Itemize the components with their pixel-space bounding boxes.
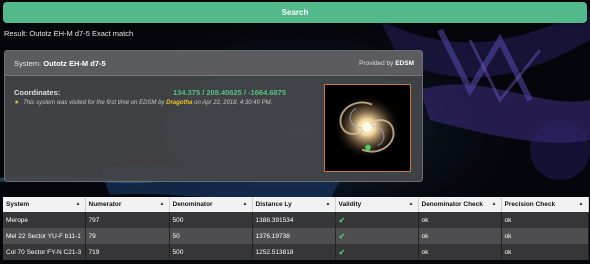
system-name: Outotz EH-M d7-5	[43, 59, 106, 68]
sort-icon[interactable]: ▲	[76, 201, 81, 207]
system-prefix: System:	[14, 59, 42, 68]
sort-icon[interactable]: ▲	[243, 201, 248, 207]
cell-precision-check: ok	[501, 228, 589, 244]
search-button[interactable]: Search	[3, 2, 587, 23]
table-row[interactable]: Col 70 Sector FY-N C21-3 719 500 1252.51…	[3, 244, 589, 260]
star-icon: ★	[14, 100, 20, 106]
column-header-validity[interactable]: Validity ▲	[335, 197, 419, 212]
sort-icon[interactable]: ▲	[492, 201, 497, 207]
cell-numerator: 797	[85, 212, 170, 228]
cell-precision-check: ok	[501, 244, 589, 260]
cell-distance: 1376.19738	[252, 228, 336, 244]
distance-table: System ▲ Numerator ▲ Denominator ▲ Distance…	[3, 197, 589, 260]
cell-numerator: 79	[85, 228, 170, 244]
cell-system: Mel 22 Sector YU-F b11-1	[3, 228, 86, 244]
table-row[interactable]: Mel 22 Sector YU-F b11-1 79 50 1376.1973…	[3, 228, 589, 244]
cell-distance: 1252.513818	[252, 244, 336, 260]
system-title: System: Outotz EH-M d7-5	[14, 59, 106, 68]
sort-icon[interactable]: ▲	[160, 201, 165, 207]
column-header-denominator-check[interactable]: Denominator Check ▲	[418, 197, 502, 212]
system-panel-header: System: Outotz EH-M d7-5 Provided by EDS…	[5, 51, 422, 76]
column-header-system[interactable]: System ▲	[3, 197, 86, 212]
cell-denominator-check: ok	[418, 212, 502, 228]
sort-icon[interactable]: ▲	[326, 201, 331, 207]
provider-name[interactable]: EDSM	[395, 60, 414, 67]
table-header-row: System ▲ Numerator ▲ Denominator ▲ Distance…	[3, 197, 589, 212]
galaxy-thumbnail	[324, 84, 411, 172]
sort-icon[interactable]: ▲	[409, 201, 414, 207]
check-icon: ✔	[338, 247, 346, 257]
visitor-name[interactable]: Dragotha	[166, 100, 192, 106]
sort-icon[interactable]: ▲	[579, 201, 584, 207]
column-header-precision-check[interactable]: Precision Check ▲	[501, 197, 589, 212]
cell-denominator: 500	[169, 244, 253, 260]
cell-denominator-check: ok	[418, 228, 502, 244]
column-header-numerator[interactable]: Numerator ▲	[85, 197, 170, 212]
visit-date: on Apr 22, 2018, 4:30:40 PM.	[194, 100, 273, 106]
column-header-denominator[interactable]: Denominator ▲	[169, 197, 253, 212]
table-row[interactable]: Merope 797 500 1388.391534 ✔ ok ok	[3, 212, 589, 228]
check-icon: ✔	[338, 231, 346, 241]
result-text: Result: Outotz EH-M d7-5 Exact match	[4, 29, 134, 38]
column-header-distance[interactable]: Distance Ly ▲	[252, 197, 336, 212]
cell-system: Merope	[3, 212, 86, 228]
check-icon: ✔	[338, 215, 346, 225]
coordinates-value: 134.375 / 208.40625 / -1664.6875	[173, 88, 287, 97]
cell-distance: 1388.391534	[252, 212, 336, 228]
first-visit-note: ★ This system was visited for the first …	[14, 99, 272, 106]
cell-denominator: 50	[169, 228, 253, 244]
provider-credit: Provided by EDSM	[359, 60, 414, 67]
visit-text: This system was visited for the first ti…	[23, 100, 165, 106]
coordinates-label: Coordinates:	[14, 88, 61, 97]
cell-denominator: 500	[169, 212, 253, 228]
cell-system: Col 70 Sector FY-N C21-3	[3, 244, 86, 260]
cell-denominator-check: ok	[418, 244, 502, 260]
system-panel: System: Outotz EH-M d7-5 Provided by EDS…	[4, 50, 423, 182]
cell-precision-check: ok	[501, 212, 589, 228]
cell-numerator: 719	[85, 244, 170, 260]
provider-prefix: Provided by	[359, 60, 394, 67]
